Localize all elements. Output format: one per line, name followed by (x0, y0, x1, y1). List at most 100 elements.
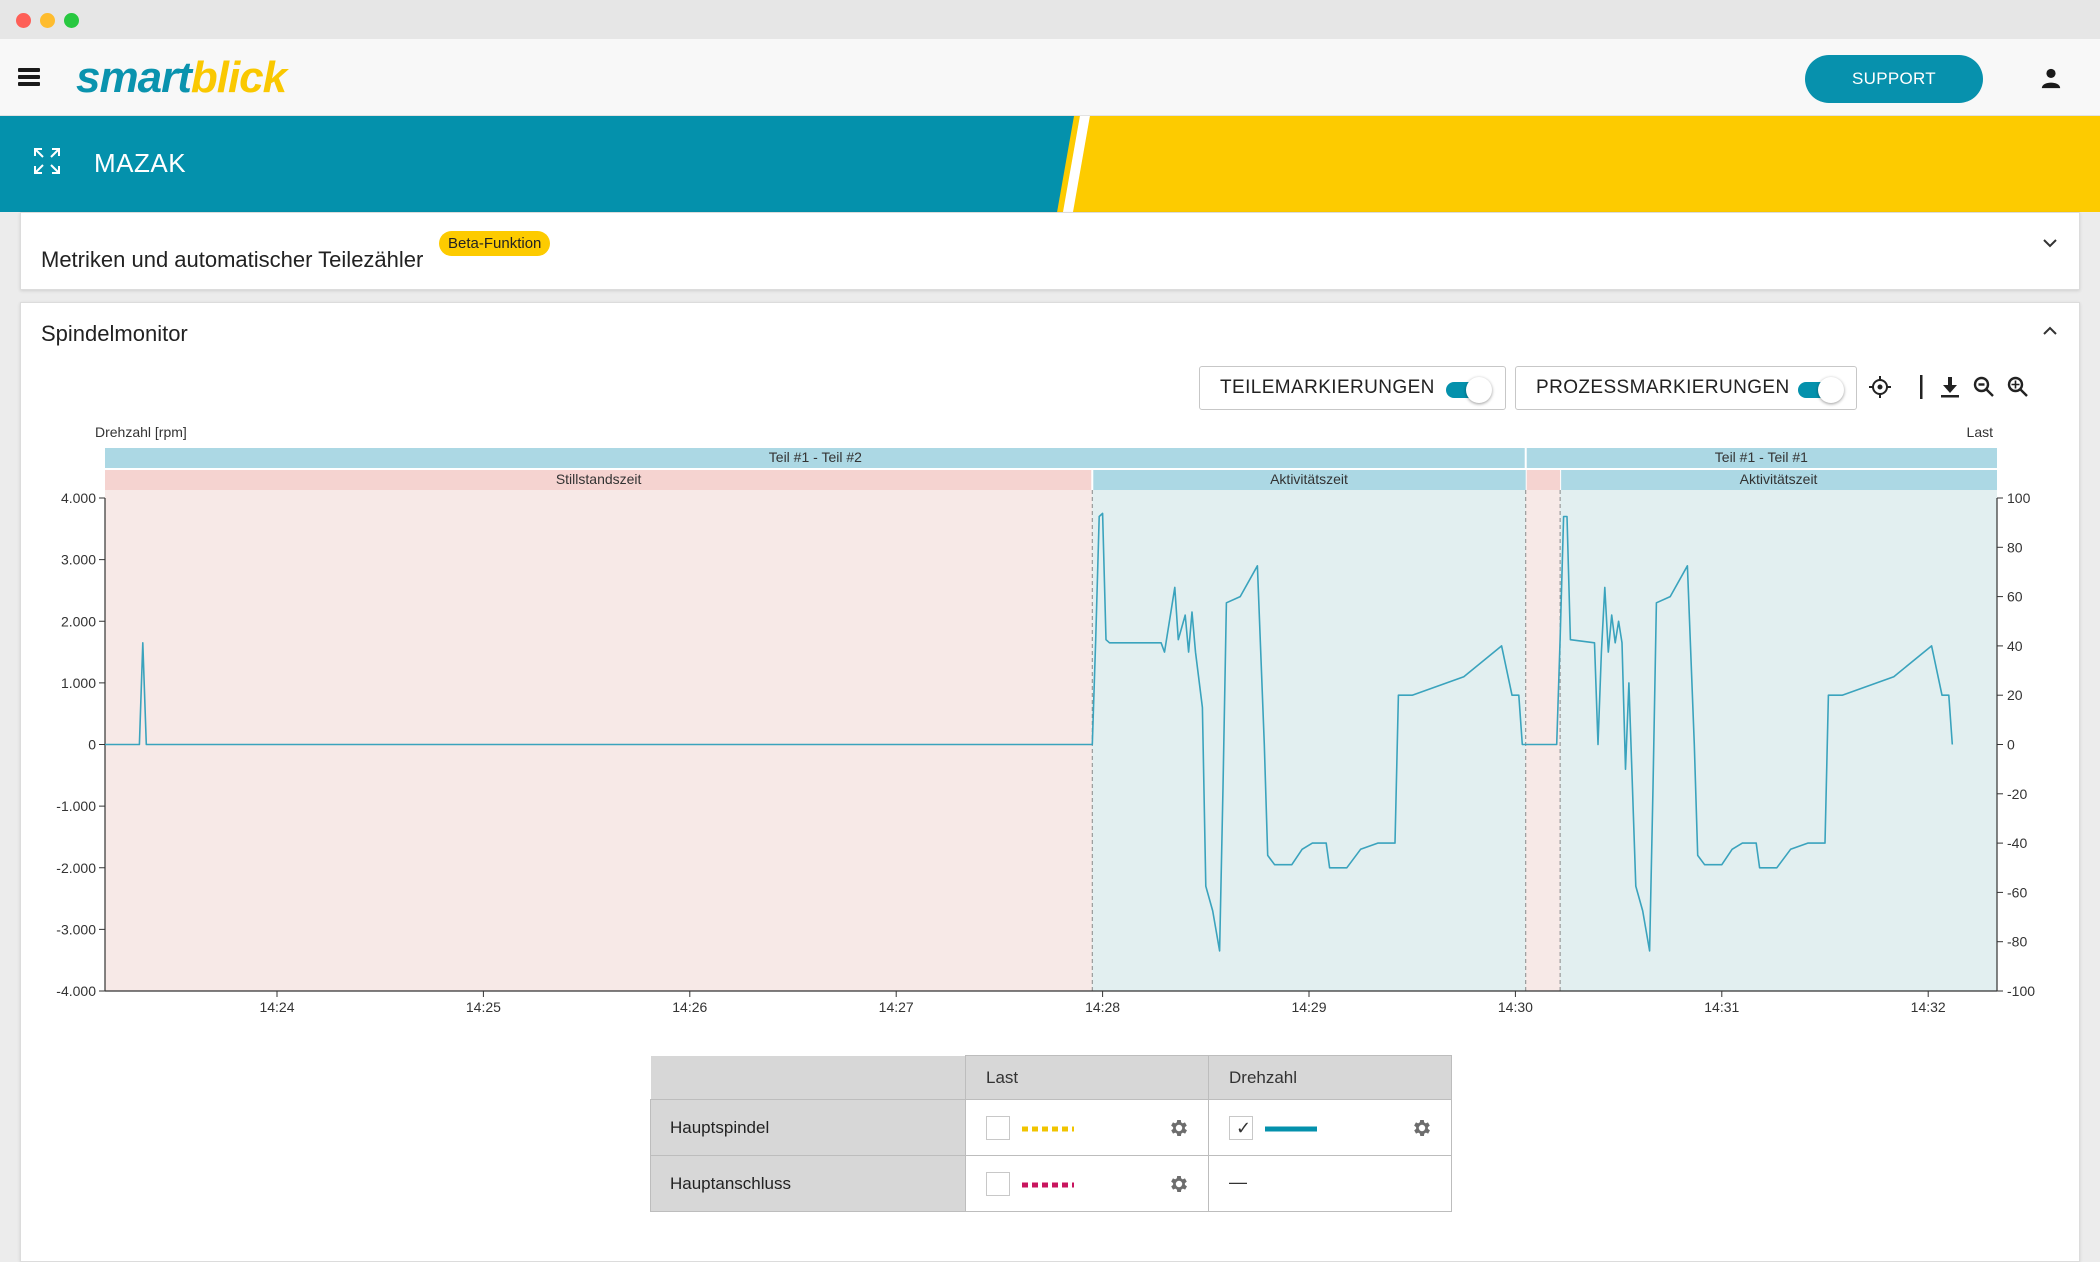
gear-icon[interactable] (1168, 1173, 1190, 1195)
parts-markers-toggle[interactable]: TEILEMARKIERUNGEN (1199, 366, 1506, 410)
process-markers-toggle[interactable]: PROZESSMARKIERUNGEN (1515, 366, 1857, 410)
window-titlebar (0, 0, 2100, 39)
x-tick-label: 14:26 (672, 999, 707, 1013)
switch-knob (1466, 377, 1492, 403)
y-left-tick-label: 0 (88, 737, 96, 753)
hauptspindel-drehzahl-cell: ✓ (1208, 1099, 1452, 1156)
y-right-tick-label: 20 (2007, 687, 2023, 703)
state-region-idle (1525, 490, 1561, 991)
chart-canvas[interactable]: Stillstandszeit Aktivitätszeit Aktivitätsz… (21, 413, 2081, 1015)
y-right-tick-label: 0 (2007, 737, 2015, 753)
zoom-reset-icon[interactable] (2006, 375, 2030, 399)
load-line-sample-yellow (1022, 1126, 1074, 1132)
gear-icon[interactable] (1168, 1117, 1190, 1139)
y-right-tick-label: 60 (2007, 589, 2023, 605)
machine-title: MAZAK (94, 148, 187, 178)
legend-header-row: Last Drehzahl (650, 1055, 1452, 1100)
spindle-chart[interactable]: Stillstandszeit Aktivitätszeit Aktivitätsz… (21, 413, 2081, 1015)
parts-markers-switch[interactable] (1444, 377, 1492, 403)
y-right-tick-label: -20 (2007, 786, 2027, 802)
y-right-tick-label: -60 (2007, 884, 2027, 900)
gear-icon[interactable] (1411, 1117, 1433, 1139)
x-tick-label: 14:31 (1704, 999, 1739, 1013)
y-right-tick-label: -100 (2007, 983, 2035, 999)
y-right-tick-label: -40 (2007, 835, 2027, 851)
parts-markers-label: TEILEMARKIERUNGEN (1220, 377, 1435, 398)
no-data-dash: — (1229, 1172, 1247, 1192)
spindle-card-title: Spindelmonitor (41, 321, 188, 346)
x-tick-label: 14:28 (1085, 999, 1120, 1013)
maximize-window-button[interactable] (64, 13, 79, 28)
metrics-card[interactable]: Metriken und automatischer Teilezähler B… (20, 212, 2080, 290)
x-tick-label: 14:29 (1291, 999, 1326, 1013)
legend-row-hauptspindel: Hauptspindel ✓ (650, 1099, 1452, 1156)
y-left-tick-label: -1.000 (56, 798, 96, 814)
y-left-tick-label: -2.000 (56, 860, 96, 876)
x-tick-label: 14:30 (1498, 999, 1533, 1013)
series-legend-table: Last Drehzahl Hauptspindel ✓ Hauptanschl… (650, 1055, 1452, 1212)
load-line-sample-magenta (1022, 1182, 1074, 1188)
y-left-tick-label: 2.000 (61, 613, 96, 629)
zoom-out-icon[interactable] (1972, 375, 1996, 399)
hauptspindel-last-cell (965, 1099, 1209, 1156)
x-tick-label: 14:24 (259, 999, 294, 1013)
minimize-window-button[interactable] (40, 13, 55, 28)
hauptspindel-drehzahl-checkbox[interactable]: ✓ (1229, 1116, 1253, 1140)
chevron-down-icon[interactable] (2041, 237, 2059, 249)
state-region-idle (105, 490, 1093, 991)
toolbar-divider (1920, 375, 1923, 399)
app-header: smartblick SUPPORT (0, 39, 2100, 116)
logo-part-smart: smart (76, 53, 192, 102)
speed-line-sample-teal (1265, 1126, 1317, 1132)
check-mark: ✓ (1236, 1118, 1252, 1138)
crosshair-icon[interactable] (1868, 375, 1892, 399)
chevron-up-icon[interactable] (2041, 325, 2059, 337)
y-right-axis-title: Last (1967, 424, 1994, 440)
state-region-active (1092, 490, 1526, 991)
y-right-tick-label: 40 (2007, 638, 2023, 654)
y-right-tick-label: 100 (2007, 490, 2031, 506)
hamburger-menu-icon[interactable] (18, 68, 40, 86)
part-band-label: Teil #1 - Teil #2 (769, 449, 862, 465)
y-left-tick-label: -4.000 (56, 983, 96, 999)
close-window-button[interactable] (16, 13, 31, 28)
support-button[interactable]: SUPPORT (1805, 55, 1983, 103)
state-band-label: Aktivitätszeit (1740, 471, 1818, 487)
x-tick-label: 14:27 (879, 999, 914, 1013)
machine-banner: MAZAK (0, 116, 2100, 212)
y-left-tick-label: 3.000 (61, 552, 96, 568)
row-label-hauptanschluss: Hauptanschluss (650, 1155, 966, 1212)
column-header-last: Last (965, 1055, 1209, 1100)
y-right-tick-label: -80 (2007, 934, 2027, 950)
part-band-label: Teil #1 - Teil #1 (1715, 449, 1808, 465)
x-tick-label: 14:32 (1911, 999, 1946, 1013)
state-band-label: Stillstandszeit (556, 471, 642, 487)
logo-part-blick: blick (190, 53, 287, 102)
y-left-tick-label: 1.000 (61, 675, 96, 691)
y-left-axis-title: Drehzahl [rpm] (95, 424, 187, 440)
fullscreen-expand-icon[interactable] (32, 146, 62, 176)
metrics-card-title: Metriken und automatischer Teilezähler (41, 247, 424, 272)
legend-row-hauptanschluss: Hauptanschluss — (650, 1155, 1452, 1212)
smartblick-logo[interactable]: smartblick (76, 53, 287, 102)
hauptanschluss-last-checkbox[interactable] (986, 1172, 1010, 1196)
state-region-active (1560, 490, 1997, 991)
legend-corner (650, 1055, 966, 1100)
row-label-hauptspindel: Hauptspindel (650, 1099, 966, 1156)
process-markers-switch[interactable] (1796, 377, 1844, 403)
state-band-idle (1526, 470, 1561, 490)
process-markers-label: PROZESSMARKIERUNGEN (1536, 377, 1790, 398)
y-right-tick-label: 80 (2007, 539, 2023, 555)
hauptspindel-last-checkbox[interactable] (986, 1116, 1010, 1140)
hauptanschluss-last-cell (965, 1155, 1209, 1212)
download-icon[interactable] (1938, 375, 1962, 399)
column-header-drehzahl: Drehzahl (1208, 1055, 1452, 1100)
switch-knob (1818, 377, 1844, 403)
hauptanschluss-drehzahl-cell: — (1208, 1155, 1452, 1212)
user-account-icon[interactable] (2040, 67, 2062, 89)
spindle-monitor-card: Spindelmonitor TEILEMARKIERUNGEN PROZESS… (20, 302, 2080, 1262)
x-tick-label: 14:25 (466, 999, 501, 1013)
beta-badge: Beta-Funktion (439, 231, 551, 256)
state-band-label: Aktivitätszeit (1270, 471, 1348, 487)
y-left-tick-label: 4.000 (61, 490, 96, 506)
